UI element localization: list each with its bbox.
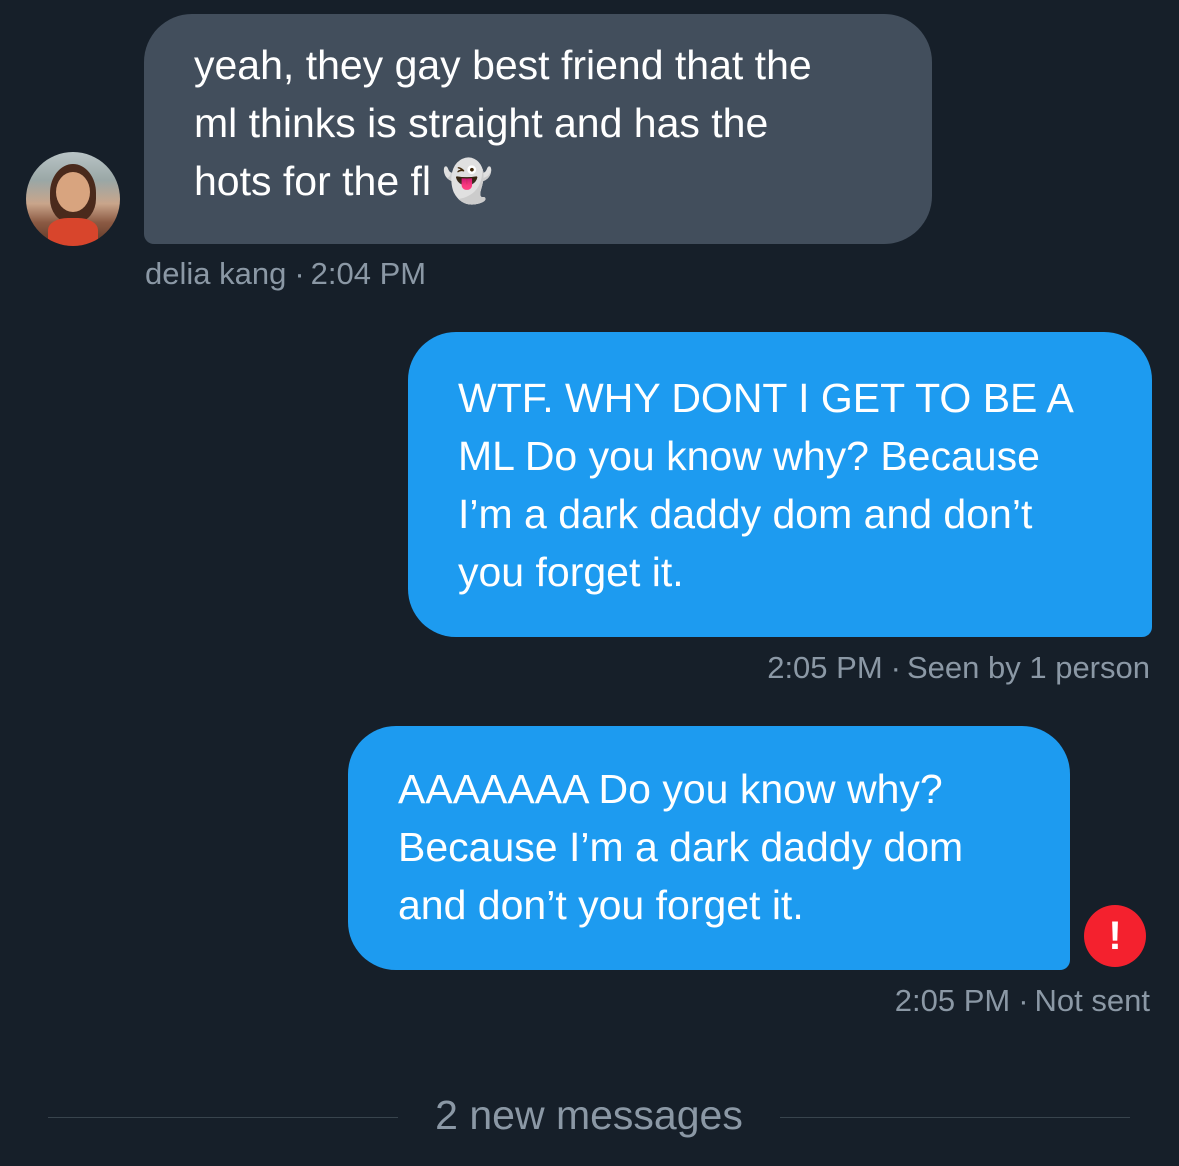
sender-name[interactable]: delia kang [145,256,286,291]
separator-dot: · [890,650,901,685]
send-status: Not sent [1034,983,1150,1018]
message-meta: 2:05 PM · Seen by 1 person [767,650,1150,686]
message-meta: delia kang · 2:04 PM [145,256,426,292]
message-bubble-outgoing[interactable]: AAAAAAA Do you know why? Because I’m a d… [348,726,1070,970]
message-meta: 2:05 PM · Not sent [895,983,1150,1019]
separator-dot: · [294,256,305,291]
new-messages-indicator[interactable]: 2 new messages [398,1092,780,1139]
message-bubble-incoming[interactable]: yeah, they gay best friend that the ml t… [144,14,932,244]
error-icon[interactable]: ! [1084,905,1146,967]
timestamp: 2:05 PM [767,650,883,685]
divider-line [48,1117,398,1118]
timestamp: 2:04 PM [310,256,427,291]
timestamp: 2:05 PM [894,983,1011,1018]
dm-conversation: yeah, they gay best friend that the ml t… [0,0,1179,1166]
separator-dot: · [1018,983,1029,1018]
sender-avatar[interactable] [26,152,120,246]
message-bubble-outgoing[interactable]: WTF. WHY DONT I GET TO BE A ML Do you kn… [408,332,1152,637]
divider-line [780,1117,1130,1118]
read-receipt: Seen by 1 person [906,650,1150,685]
